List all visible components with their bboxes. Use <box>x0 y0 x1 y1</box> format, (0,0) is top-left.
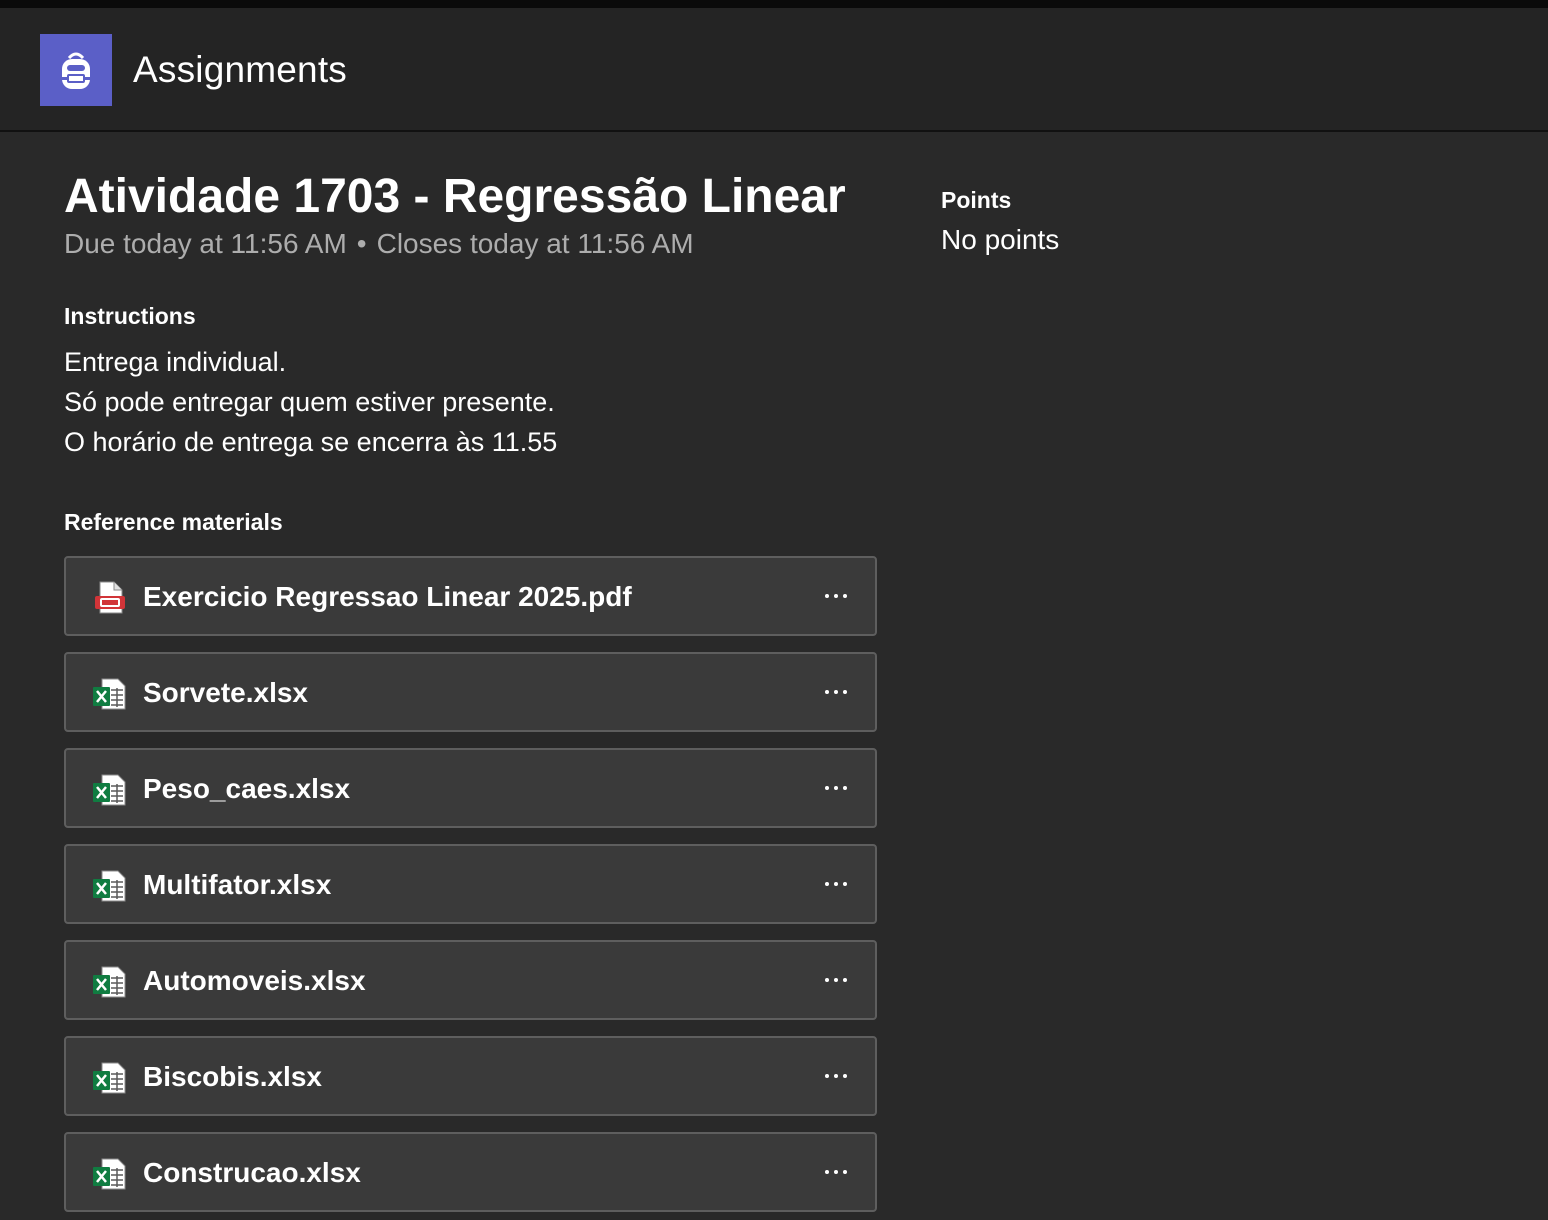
instructions-text: Entrega individual. Só pode entregar que… <box>64 342 557 462</box>
close-date: Closes today at 11:56 AM <box>376 228 694 259</box>
due-date: Due today at 11:56 AM <box>64 228 347 259</box>
excel-file-icon <box>92 676 128 712</box>
file-card-pdf[interactable]: Exercicio Regressao Linear 2025.pdf <box>64 556 877 636</box>
excel-file-icon <box>92 1156 128 1192</box>
file-card-xlsx[interactable]: Automoveis.xlsx <box>64 940 877 1020</box>
file-card-xlsx[interactable]: Peso_caes.xlsx <box>64 748 877 828</box>
instruction-line: O horário de entrega se encerra às 11.55 <box>64 427 558 457</box>
app-header: Assignments <box>0 8 1548 132</box>
date-separator: • <box>356 228 367 259</box>
file-card-xlsx[interactable]: Construcao.xlsx <box>64 1132 877 1212</box>
excel-file-icon <box>92 772 128 808</box>
file-name[interactable]: Sorvete.xlsx <box>143 675 308 711</box>
more-options-button[interactable] <box>814 770 858 806</box>
instructions-label: Instructions <box>64 303 196 329</box>
excel-file-icon <box>92 1060 128 1096</box>
pdf-file-icon <box>92 580 128 616</box>
app-title: Assignments <box>133 49 348 90</box>
more-options-button[interactable] <box>814 866 858 902</box>
reference-materials-list: Exercicio Regressao Linear 2025.pdf Sorv… <box>64 556 877 1220</box>
file-card-xlsx[interactable]: Sorvete.xlsx <box>64 652 877 732</box>
assignment-title: Atividade 1703 - Regressão Linear <box>64 170 846 223</box>
file-name[interactable]: Exercicio Regressao Linear 2025.pdf <box>143 579 632 615</box>
excel-file-icon <box>92 964 128 1000</box>
points-value: No points <box>941 224 1060 255</box>
file-name[interactable]: Biscobis.xlsx <box>143 1059 322 1095</box>
more-options-button[interactable] <box>814 1154 858 1190</box>
excel-file-icon <box>92 868 128 904</box>
file-card-xlsx[interactable]: Multifator.xlsx <box>64 844 877 924</box>
instruction-line: Entrega individual. <box>64 347 287 377</box>
more-options-button[interactable] <box>814 1058 858 1094</box>
reference-materials-label: Reference materials <box>64 509 283 535</box>
file-name[interactable]: Multifator.xlsx <box>143 867 331 903</box>
assignment-dates: Due today at 11:56 AM • Closes today at 11… <box>64 226 694 262</box>
file-name[interactable]: Automoveis.xlsx <box>143 963 366 999</box>
file-card-xlsx[interactable]: Biscobis.xlsx <box>64 1036 877 1116</box>
file-name[interactable]: Construcao.xlsx <box>143 1155 361 1191</box>
more-options-button[interactable] <box>814 962 858 998</box>
more-options-button[interactable] <box>814 578 858 614</box>
window-top-strip <box>0 0 1548 8</box>
points-label: Points <box>941 187 1012 213</box>
instruction-line: Só pode entregar quem estiver presente. <box>64 387 555 417</box>
backpack-icon <box>40 34 112 106</box>
more-options-button[interactable] <box>814 674 858 710</box>
file-name[interactable]: Peso_caes.xlsx <box>143 771 350 807</box>
